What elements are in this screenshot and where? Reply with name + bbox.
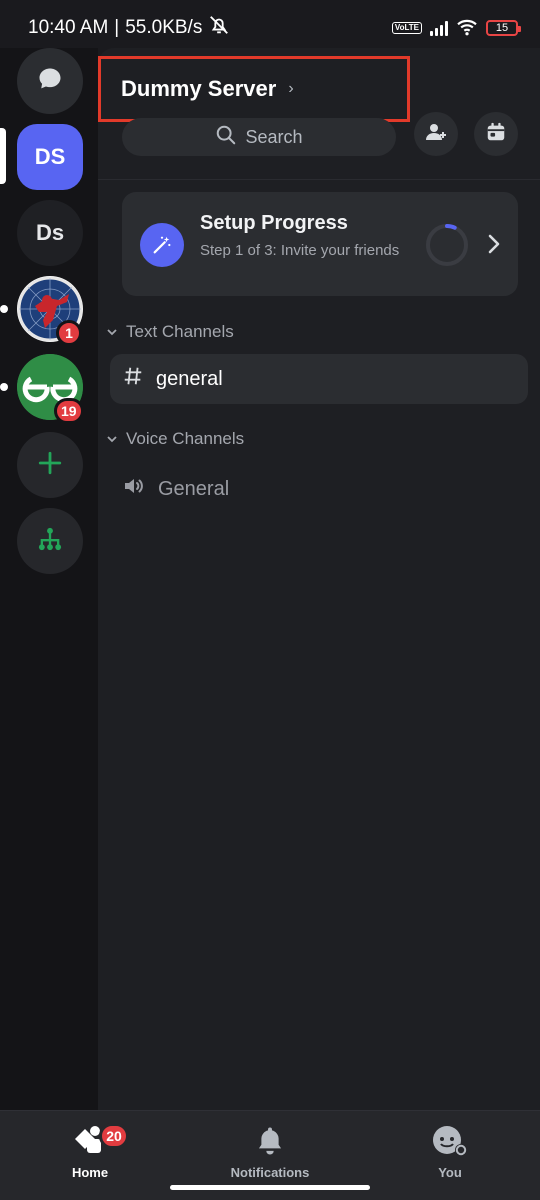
chevron-right-icon [486,234,502,259]
add-user-icon [424,120,448,149]
setup-title: Setup Progress [200,212,348,234]
chevron-down-icon [106,322,118,342]
discover-button[interactable] [17,508,83,574]
nav-home-label: Home [71,1165,109,1180]
volte-icon: VoLTE [391,22,422,34]
server-ds[interactable]: Ds [17,200,83,266]
chevron-down-icon [106,429,118,449]
status-speed: 55.0KB/s [125,17,203,38]
speaker-icon [122,474,146,504]
bottom-navigation: 20 Home Notifications You [0,1110,540,1200]
chevron-right-icon: › [288,80,294,97]
nav-you-label: You [438,1165,462,1180]
nav-home[interactable]: 20 Home [30,1123,150,1180]
mute-bell-icon [208,14,230,42]
unread-indicator [0,305,8,313]
plus-icon [37,450,63,481]
calendar-icon [485,121,507,148]
server-spiderman-badge: 1 [56,320,82,346]
home-badge: 20 [99,1123,129,1149]
channel-name: General [158,477,230,500]
status-time: 10:40 AM [28,17,109,38]
server-name-header[interactable]: Dummy Server › [98,56,410,122]
signal-icon [430,20,448,36]
home-servers-icon: 20 [73,1123,129,1159]
search-icon [215,124,237,151]
voice-channels-label: Voice Channels [126,429,245,448]
avatar-icon [431,1123,469,1159]
add-server-button[interactable] [17,432,83,498]
channel-panel: Dummy Server › Search Setup Progress Ste… [98,48,540,1110]
nav-you[interactable]: You [390,1123,510,1180]
search-label: Search [245,126,303,147]
selected-indicator [0,128,6,184]
channel-name: general [156,367,223,390]
server-ds-selected[interactable]: DS [17,124,83,190]
magic-wand-icon [140,223,184,267]
setup-progress-ring [426,224,468,266]
unread-indicator [0,383,8,391]
battery-icon: 15 [486,20,521,36]
search-bar[interactable]: Search [122,118,396,156]
voice-channels-section[interactable]: Voice Channels [106,429,244,449]
events-button[interactable] [474,112,518,156]
nav-notifications[interactable]: Notifications [210,1123,330,1180]
text-channels-label: Text Channels [126,322,234,341]
bell-icon [255,1123,285,1159]
invite-members-button[interactable] [414,112,458,156]
chat-bubble-icon [36,65,64,98]
channel-general-text[interactable]: general [110,354,528,404]
setup-subtitle: Step 1 of 3: Invite your friends [200,242,400,259]
setup-progress-card[interactable]: Setup Progress Step 1 of 3: Invite your … [122,192,518,296]
server-name: Dummy Server [121,76,277,101]
hashtag-icon [122,365,144,393]
channel-general-voice[interactable]: General [110,464,528,514]
server-geeksforgeeks-badge: 19 [54,398,84,424]
header-divider [98,179,540,180]
text-channels-section[interactable]: Text Channels [106,322,234,342]
wifi-icon [456,18,478,39]
server-rail: DS Ds 1 19 [0,48,98,1110]
nav-notifications-label: Notifications [230,1165,310,1180]
direct-messages-button[interactable] [17,48,83,114]
hierarchy-icon [36,525,64,558]
home-indicator [170,1185,370,1190]
